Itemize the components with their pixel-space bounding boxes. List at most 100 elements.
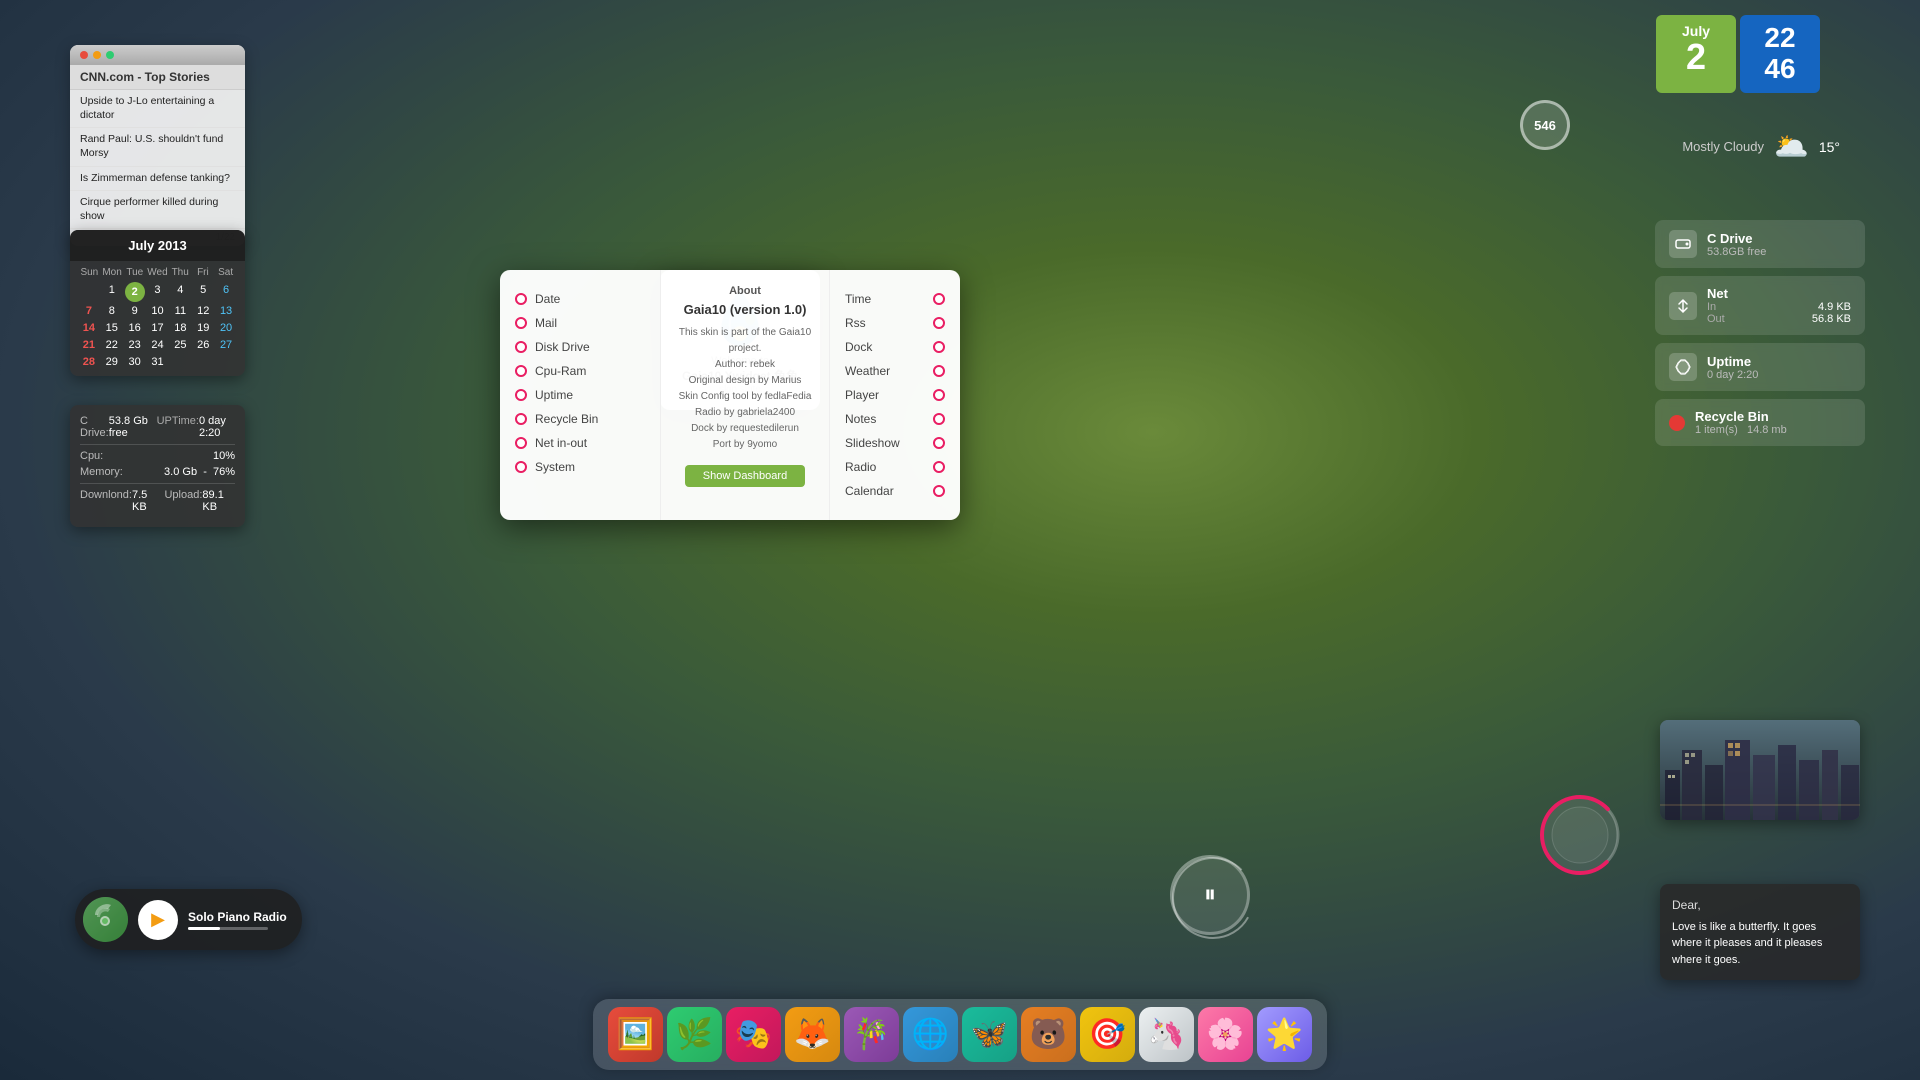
cal-day[interactable]: 30 [124,354,146,370]
dialog-menu-recycle[interactable]: Recycle Bin [515,410,645,428]
bullet-dock [933,341,945,353]
cal-day[interactable]: 22 [101,337,123,353]
dock-icon-11[interactable]: 🌸 [1198,1007,1253,1062]
recycle-title: Recycle Bin [1695,409,1851,424]
dialog-menu-cpuram[interactable]: Cpu-Ram [515,362,645,380]
cal-day[interactable]: 14 [78,320,100,336]
dialog-menu-dock[interactable]: Dock [845,338,945,356]
cal-day[interactable]: 12 [192,303,214,319]
dialog-menu-time[interactable]: Time [845,290,945,308]
cal-day[interactable]: 23 [124,337,146,353]
cal-day[interactable]: 26 [192,337,214,353]
cal-day[interactable]: 1 [101,282,123,302]
cpu-value: 10% [213,450,235,462]
cal-day[interactable]: 27 [215,337,237,353]
dock-icon-5[interactable]: 🎋 [844,1007,899,1062]
show-dashboard-button[interactable]: Show Dashboard [685,465,805,487]
dialog-about-label: About [729,285,761,297]
dock-icon-7[interactable]: 🦋 [962,1007,1017,1062]
cal-day[interactable]: 31 [147,354,169,370]
dialog-menu-system[interactable]: System [515,458,645,476]
dialog-menu-calendar[interactable]: Calendar [845,482,945,500]
cal-day[interactable]: 21 [78,337,100,353]
uptime-stat-value: 0 day 2:20 [199,415,235,439]
cal-day[interactable]: 18 [169,320,191,336]
maximize-dot[interactable] [106,51,114,59]
music-pause-button[interactable]: ⏸ [1170,855,1250,935]
dialog-menu-diskdrive[interactable]: Disk Drive [515,338,645,356]
news-title: CNN.com - Top Stories [70,65,245,90]
bullet-time [933,293,945,305]
date-box: July 2 [1656,15,1736,93]
cal-day[interactable]: 4 [169,282,191,302]
memory-value: 3.0 Gb - 76% [164,466,235,478]
dock-icon-1[interactable]: 🖼️ [608,1007,663,1062]
dock-icon-3[interactable]: 🎭 [726,1007,781,1062]
dialog-menu-netinout[interactable]: Net in-out [515,434,645,452]
dialog-menu-rss[interactable]: Rss [845,314,945,332]
bullet-system [515,461,527,473]
net-out-label: Out [1707,313,1725,325]
bullet-uptime [515,389,527,401]
volume-widget[interactable] [1535,790,1625,885]
day-sat: Sat [214,267,237,278]
weather-icon: 🌥️ [1774,130,1809,163]
recycle-content: Recycle Bin 1 item(s) 14.8 mb [1695,409,1851,436]
uptime-stat-label: UPTime: [157,415,199,439]
cal-day[interactable]: 20 [215,320,237,336]
news-item-1: Upside to J-Lo entertaining a dictator [70,90,245,128]
dialog-menu-player[interactable]: Player [845,386,945,404]
cal-day[interactable]: 5 [192,282,214,302]
cal-day[interactable]: 15 [101,320,123,336]
dock-icon-10[interactable]: 🦄 [1139,1007,1194,1062]
cal-day[interactable]: 13 [215,303,237,319]
bullet-weather [933,365,945,377]
dialog-menu-notes[interactable]: Notes [845,410,945,428]
cal-day[interactable] [78,282,100,302]
dialog-menu-slideshow[interactable]: Slideshow [845,434,945,452]
cal-day[interactable]: 19 [192,320,214,336]
cal-day[interactable]: 11 [169,303,191,319]
stats-cpu-row: Cpu: 10% [80,450,235,462]
cal-day[interactable]: 8 [101,303,123,319]
dialog-menu-mail[interactable]: Mail [515,314,645,332]
dock-icon-12[interactable]: 🌟 [1257,1007,1312,1062]
bullet-mail [515,317,527,329]
cal-day[interactable]: 28 [78,354,100,370]
cdrive-stat-value: 53.8 Gb free [109,415,152,439]
cal-day[interactable]: 10 [147,303,169,319]
bullet-date [515,293,527,305]
minimize-dot[interactable] [93,51,101,59]
cal-day[interactable]: 9 [124,303,146,319]
news-widget-header [70,45,245,65]
radio-play-button[interactable]: ▶ [138,900,178,940]
cal-today[interactable]: 2 [125,282,145,302]
dialog-menu-date[interactable]: Date [515,290,645,308]
dock-icon-9[interactable]: 🎯 [1080,1007,1135,1062]
dock-icon-4[interactable]: 🦊 [785,1007,840,1062]
news-item-3: Is Zimmerman defense tanking? [70,167,245,192]
radio-progress-bar[interactable] [188,927,268,930]
cal-day[interactable]: 6 [215,282,237,302]
dialog-menu-weather[interactable]: Weather [845,362,945,380]
cal-day[interactable]: 16 [124,320,146,336]
dock-icon-2[interactable]: 🌿 [667,1007,722,1062]
cal-day[interactable]: 24 [147,337,169,353]
cal-day[interactable]: 25 [169,337,191,353]
cal-day[interactable]: 29 [101,354,123,370]
cal-day[interactable]: 7 [78,303,100,319]
radio-logo [83,897,128,942]
cal-day[interactable]: 3 [147,282,169,302]
cdrive-content: C Drive 53.8GB free [1707,231,1851,258]
drive-icon [1669,230,1697,258]
close-dot[interactable] [80,51,88,59]
dock-icon-6[interactable]: 🌐 [903,1007,958,1062]
cdrive-subtitle: 53.8GB free [1707,246,1851,258]
dialog-menu-uptime[interactable]: Uptime [515,386,645,404]
radio-title: Solo Piano Radio [188,910,287,924]
radio-info: Solo Piano Radio [188,910,287,930]
cal-day[interactable]: 17 [147,320,169,336]
dialog-menu-radio[interactable]: Radio [845,458,945,476]
dock-icon-8[interactable]: 🐻 [1021,1007,1076,1062]
dialog-description: This skin is part of the Gaia10 project.… [676,325,814,453]
